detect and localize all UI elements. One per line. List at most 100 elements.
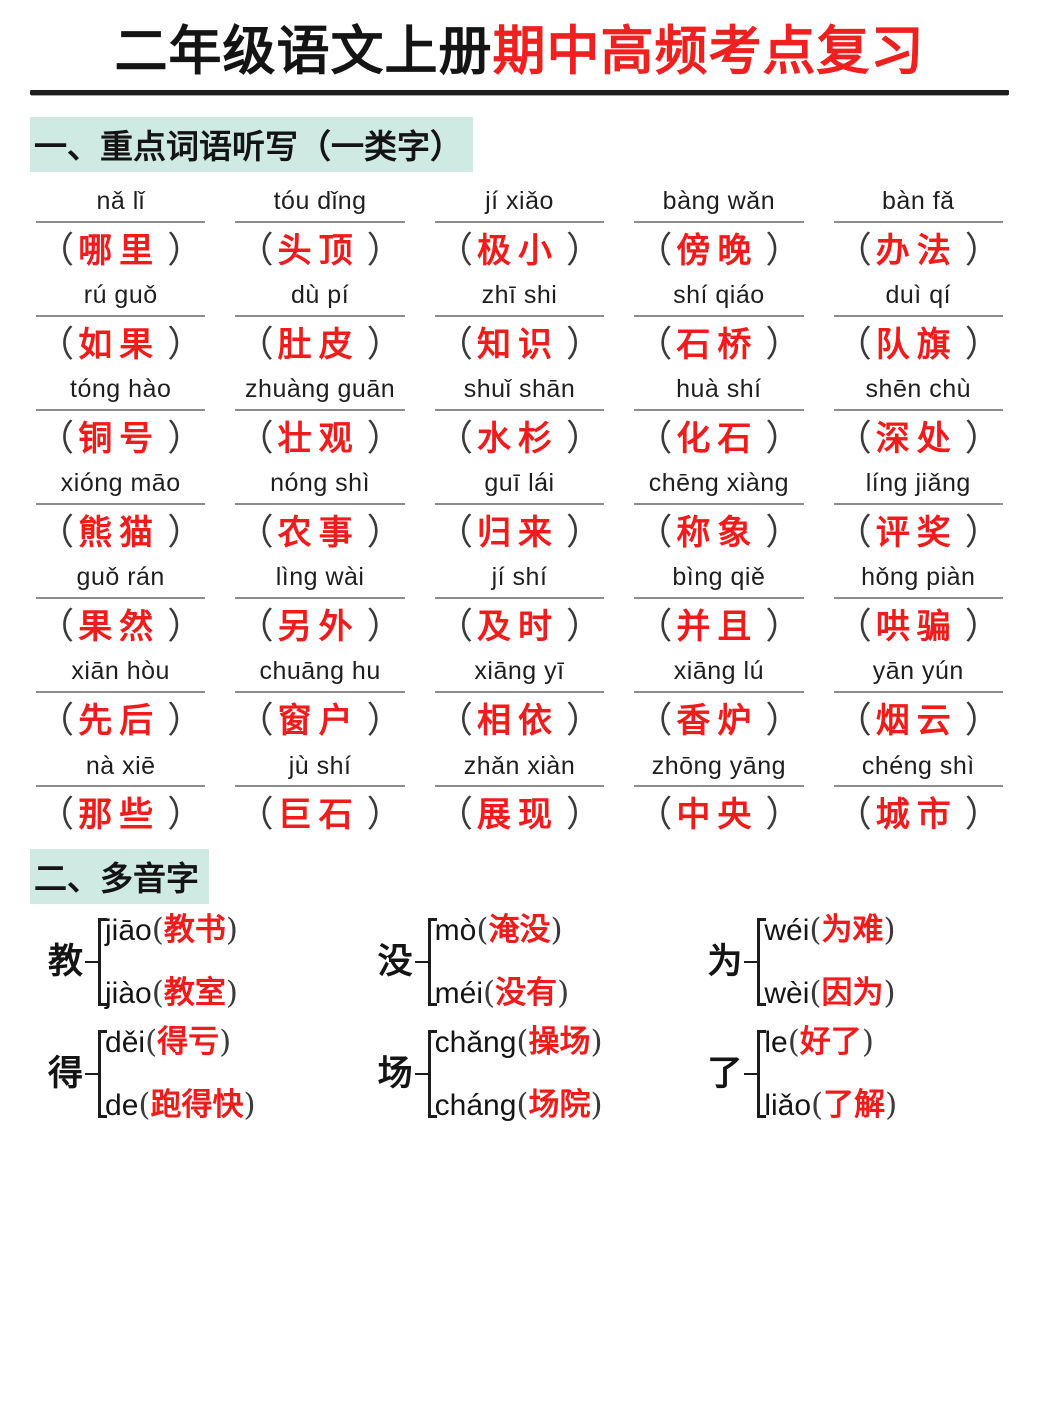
reading-example: (场院) xyxy=(516,1089,602,1122)
pinyin-label: bìng qiě xyxy=(672,563,766,592)
paren-close: ） xyxy=(765,793,802,835)
answer-word: （队旗） xyxy=(828,317,1009,373)
example-characters: 没有 xyxy=(495,975,558,1012)
paren-close: ） xyxy=(765,511,802,553)
paren-open: （ xyxy=(237,417,274,459)
answer-characters: 评奖 xyxy=(875,512,958,553)
reading-pinyin: jiào xyxy=(105,977,152,1011)
reading-example: (教书) xyxy=(151,911,238,948)
paren-open: （ xyxy=(636,605,673,647)
paren-open: ( xyxy=(516,1087,529,1124)
answer-characters: 头顶 xyxy=(277,230,360,271)
pinyin-label: jí shí xyxy=(491,563,548,592)
answer-characters: 肚皮 xyxy=(277,324,360,365)
reading-list: jiāo (教书) jiào (教室) xyxy=(105,911,238,1010)
answer-word: （烟云） xyxy=(828,693,1009,749)
answer-word: （并且） xyxy=(628,599,809,655)
reading-row: wéi (为难) xyxy=(764,911,895,948)
answer-characters: 归来 xyxy=(476,512,559,553)
polyphonic-entry: 为 wéi (为难) wèi (因为) xyxy=(689,911,1009,1010)
answer-characters: 知识 xyxy=(476,324,559,365)
page-title: 二年级语文上册期中高频考点复习 xyxy=(30,18,1009,84)
paren-open: （ xyxy=(38,229,75,271)
paren-open: （ xyxy=(237,605,274,647)
word-cell: duì qí （队旗） xyxy=(828,278,1009,372)
word-cell: bàn fǎ （办法） xyxy=(828,184,1009,278)
pinyin-label: jù shí xyxy=(288,751,352,780)
word-cell: jí xiǎo （极小） xyxy=(429,184,610,278)
paren-close: ） xyxy=(167,605,204,647)
reading-list: děi (得亏) de (跑得快) xyxy=(105,1025,256,1124)
section-one-heading: 一、重点词语听写（一类字） xyxy=(30,117,473,173)
paren-open: ( xyxy=(151,911,164,948)
paren-open: （ xyxy=(835,229,872,271)
reading-example: (了解) xyxy=(811,1089,897,1122)
answer-word: （哄骗） xyxy=(828,599,1009,655)
pinyin-label: chuāng hu xyxy=(259,657,381,686)
reading-pinyin: de xyxy=(105,1089,139,1123)
polyphonic-entry: 教 jiāo (教书) jiào (教室) xyxy=(30,911,350,1010)
word-cell: nà xiē （那些） xyxy=(30,749,211,843)
answer-word: （石桥） xyxy=(628,317,809,373)
word-cell: zhōng yāng （中央） xyxy=(628,749,809,843)
reading-list: wéi (为难) wèi (因为) xyxy=(764,911,895,1010)
paren-open: （ xyxy=(636,323,673,365)
word-cell: bìng qiě （并且） xyxy=(628,560,809,654)
paren-open: ( xyxy=(809,975,822,1012)
pinyin-label: líng jiǎng xyxy=(865,469,971,498)
reading-row: wèi (因为) xyxy=(764,977,895,1010)
word-cell: tóng hào （铜号） xyxy=(30,372,211,466)
section-two: 二、多音字 教 jiāo (教书) jiào (教室) 没 mò (淹没) méi (没有) 为 wé… xyxy=(30,848,1009,1124)
paren-open: ( xyxy=(787,1023,800,1060)
reading-row: liǎo (了解) xyxy=(764,1089,897,1122)
answer-characters: 城市 xyxy=(875,794,958,835)
paren-close: ） xyxy=(964,511,1001,553)
paren-close: ） xyxy=(964,699,1001,741)
example-characters: 因为 xyxy=(821,975,884,1012)
paren-close: ） xyxy=(565,605,602,647)
reading-pinyin: le xyxy=(764,1025,788,1059)
paren-open: （ xyxy=(436,417,473,459)
answer-characters: 哄骗 xyxy=(875,606,958,647)
polyphonic-character: 场 xyxy=(377,1053,413,1095)
example-characters: 为难 xyxy=(821,911,884,948)
paren-open: ( xyxy=(138,1087,151,1124)
paren-open: （ xyxy=(636,229,673,271)
page-title-red: 期中高频考点复习 xyxy=(492,20,925,82)
paren-open: （ xyxy=(38,323,75,365)
reading-pinyin: wèi xyxy=(764,977,810,1011)
paren-open: （ xyxy=(436,793,473,835)
pinyin-label: shēn chù xyxy=(865,375,972,404)
answer-characters: 壮观 xyxy=(277,418,360,459)
pinyin-label: nóng shì xyxy=(270,469,371,498)
paren-close: ） xyxy=(964,323,1001,365)
answer-characters: 队旗 xyxy=(875,324,958,365)
answer-word: （哪里） xyxy=(30,223,211,279)
paren-open: （ xyxy=(835,511,872,553)
reading-row: jiào (教室) xyxy=(105,977,238,1010)
answer-word: （评奖） xyxy=(828,505,1009,561)
pinyin-label: zhuàng guān xyxy=(245,375,396,404)
paren-close: ） xyxy=(765,699,802,741)
paren-open: （ xyxy=(38,793,75,835)
paren-close: ） xyxy=(167,699,204,741)
word-cell: hǒng piàn （哄骗） xyxy=(828,560,1009,654)
answer-word: （壮观） xyxy=(229,411,410,467)
polyphonic-character: 得 xyxy=(48,1053,84,1095)
paren-close: ） xyxy=(565,323,602,365)
pinyin-label: xiān hòu xyxy=(71,657,170,686)
pinyin-label: jí xiǎo xyxy=(485,187,554,216)
polyphonic-character: 教 xyxy=(48,941,84,983)
example-characters: 场院 xyxy=(528,1087,591,1124)
reading-pinyin: chǎng xyxy=(434,1025,517,1059)
paren-open: （ xyxy=(436,699,473,741)
pinyin-label: zhǎn xiàn xyxy=(463,751,576,780)
answer-characters: 并且 xyxy=(676,606,759,647)
answer-word: （窗户） xyxy=(229,693,410,749)
example-characters: 操场 xyxy=(528,1023,591,1060)
reading-row: chǎng (操场) xyxy=(434,1023,603,1060)
answer-characters: 办法 xyxy=(875,230,958,271)
pinyin-label: yān yún xyxy=(872,657,964,686)
answer-word: （水杉） xyxy=(429,411,610,467)
word-cell: xiān hòu （先后） xyxy=(30,654,211,748)
